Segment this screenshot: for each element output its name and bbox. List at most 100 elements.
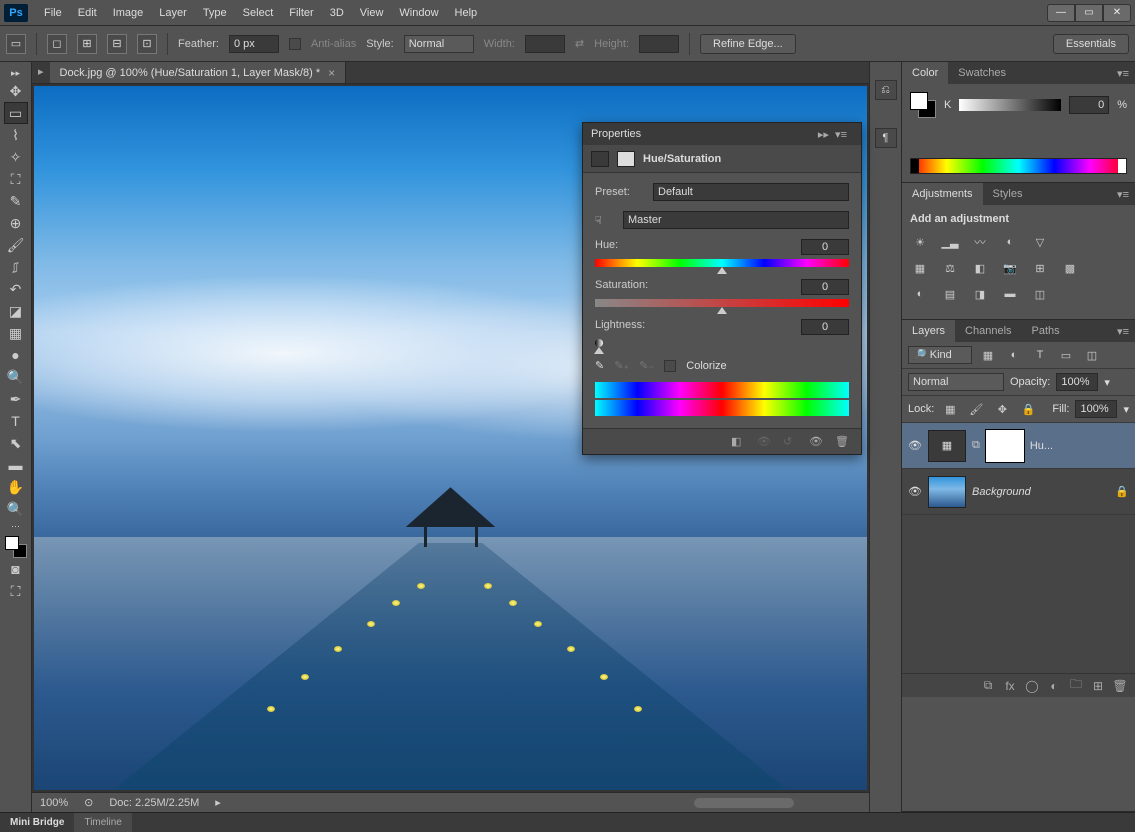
colorize-checkbox[interactable] (664, 360, 676, 372)
lock-image-icon[interactable]: 🖌 (966, 400, 986, 418)
hue-value[interactable] (801, 239, 849, 255)
intersect-selection-icon[interactable]: ⊡ (137, 34, 157, 54)
tool-preset-icon[interactable]: ▭ (6, 34, 26, 54)
layer-row[interactable]: 👁 ▦ ⧉ Hu... (902, 423, 1135, 469)
clone-stamp-tool[interactable]: ⎎ (4, 256, 28, 278)
lasso-tool[interactable]: ⌇ (4, 124, 28, 146)
tab-color[interactable]: Color (902, 62, 948, 84)
opacity-dropdown-icon[interactable]: ▾ (1104, 376, 1110, 389)
expand-icon[interactable]: ▸ (32, 62, 50, 83)
tab-close-icon[interactable]: × (328, 66, 335, 80)
color-range-bar-top[interactable] (595, 382, 849, 398)
maximize-button[interactable]: ▭ (1075, 4, 1103, 22)
adjustment-layer-icon[interactable]: ◐ (1047, 679, 1061, 693)
clip-to-layer-icon[interactable]: ◧ (731, 435, 747, 449)
eyedropper-icon[interactable]: ✎ (595, 359, 604, 372)
opacity-input[interactable] (1056, 373, 1098, 391)
doc-info[interactable]: Doc: 2.25M/2.25M (109, 797, 199, 809)
status-menu-icon[interactable]: ▸ (215, 796, 221, 809)
delete-layer-icon[interactable]: 🗑 (1113, 679, 1127, 693)
link-icon[interactable]: ⧉ (972, 439, 980, 452)
view-previous-icon[interactable]: 👁 (757, 435, 773, 449)
filter-shape-icon[interactable]: ▭ (1056, 346, 1076, 364)
gradient-tool[interactable]: ▦ (4, 322, 28, 344)
fill-dropdown-icon[interactable]: ▾ (1123, 403, 1129, 416)
menu-window[interactable]: Window (391, 3, 446, 23)
link-layers-icon[interactable]: ⧉ (981, 679, 995, 693)
refine-edge-button[interactable]: Refine Edge... (700, 34, 796, 54)
minimize-button[interactable]: — (1047, 4, 1075, 22)
channel-select[interactable]: Master (623, 211, 849, 229)
filter-image-icon[interactable]: ▦ (978, 346, 998, 364)
selective-color-icon[interactable]: ◫ (1030, 285, 1050, 303)
color-range-bar-bottom[interactable] (595, 400, 849, 416)
magic-wand-tool[interactable]: ✧ (4, 146, 28, 168)
curves-icon[interactable]: 〰 (970, 233, 990, 251)
collapse-icon[interactable]: ▸▸ ▾≡ (812, 128, 853, 141)
layer-mask-thumb[interactable] (986, 430, 1024, 462)
tab-layers[interactable]: Layers (902, 320, 955, 342)
color-spectrum[interactable] (910, 158, 1127, 174)
feather-input[interactable] (229, 35, 279, 53)
panel-menu-icon[interactable]: ▾≡ (1111, 62, 1135, 84)
visibility-toggle-icon[interactable]: 👁 (908, 439, 922, 453)
menu-file[interactable]: File (36, 3, 70, 23)
lightness-value[interactable] (801, 319, 849, 335)
menu-image[interactable]: Image (105, 3, 152, 23)
layer-mask-icon[interactable]: ◯ (1025, 679, 1039, 693)
tab-mini-bridge[interactable]: Mini Bridge (0, 813, 74, 832)
move-tool[interactable]: ✥ (4, 80, 28, 102)
hue-slider[interactable] (595, 259, 849, 267)
tab-timeline[interactable]: Timeline (74, 813, 131, 832)
shape-tool[interactable]: ▬ (4, 454, 28, 476)
saturation-value[interactable] (801, 279, 849, 295)
mask-icon[interactable] (617, 151, 635, 167)
healing-brush-tool[interactable]: ⊕ (4, 212, 28, 234)
filter-type-icon[interactable]: T (1030, 346, 1050, 364)
horizontal-scrollbar[interactable] (694, 798, 794, 808)
layer-name[interactable]: Background (972, 486, 1031, 498)
color-swatch[interactable] (5, 536, 27, 558)
preset-select[interactable]: Default (653, 183, 849, 201)
tab-paths[interactable]: Paths (1022, 320, 1070, 342)
hue-saturation-icon[interactable]: ▦ (910, 259, 930, 277)
path-selection-tool[interactable]: ⬉ (4, 432, 28, 454)
close-button[interactable]: ✕ (1103, 4, 1131, 22)
adjustment-icon[interactable] (591, 151, 609, 167)
layer-row[interactable]: 👁 Background 🔒 (902, 469, 1135, 515)
tab-adjustments[interactable]: Adjustments (902, 183, 983, 205)
group-icon[interactable]: 🗀 (1069, 679, 1083, 693)
quick-mask-tool[interactable]: ◙ (4, 558, 28, 580)
saturation-slider[interactable] (595, 299, 849, 307)
visibility-toggle-icon[interactable]: 👁 (908, 485, 922, 499)
panel-menu-icon[interactable]: ▾≡ (1111, 183, 1135, 205)
exposure-icon[interactable]: ◐ (1000, 233, 1020, 251)
filter-smart-icon[interactable]: ◫ (1082, 346, 1102, 364)
lock-position-icon[interactable]: ✥ (992, 400, 1012, 418)
color-balance-icon[interactable]: ⚖ (940, 259, 960, 277)
targeted-adjustment-icon[interactable]: ☟ (595, 214, 615, 227)
lock-all-icon[interactable]: 🔒 (1018, 400, 1038, 418)
history-brush-tool[interactable]: ↶ (4, 278, 28, 300)
menu-help[interactable]: Help (447, 3, 486, 23)
photo-filter-icon[interactable]: 📷 (1000, 259, 1020, 277)
adjustment-thumb[interactable]: ▦ (928, 430, 966, 462)
gradient-map-icon[interactable]: ▬ (1000, 285, 1020, 303)
style-select[interactable]: Normal (404, 35, 474, 53)
layer-thumb[interactable] (928, 476, 966, 508)
zoom-level[interactable]: 100% (40, 797, 68, 809)
layer-style-icon[interactable]: fx (1003, 679, 1017, 693)
edit-toolbar-icon[interactable]: ⋯ (4, 520, 28, 532)
pen-tool[interactable]: ✒ (4, 388, 28, 410)
anti-alias-checkbox[interactable] (289, 38, 301, 50)
menu-layer[interactable]: Layer (151, 3, 195, 23)
black-white-icon[interactable]: ◧ (970, 259, 990, 277)
blur-tool[interactable]: ● (4, 344, 28, 366)
subtract-selection-icon[interactable]: ⊟ (107, 34, 127, 54)
menu-filter[interactable]: Filter (281, 3, 321, 23)
character-panel-icon[interactable]: ¶ (875, 128, 897, 148)
width-input[interactable] (525, 35, 565, 53)
filter-adjustment-icon[interactable]: ◐ (1004, 346, 1024, 364)
hand-tool[interactable]: ✋ (4, 476, 28, 498)
menu-view[interactable]: View (352, 3, 392, 23)
